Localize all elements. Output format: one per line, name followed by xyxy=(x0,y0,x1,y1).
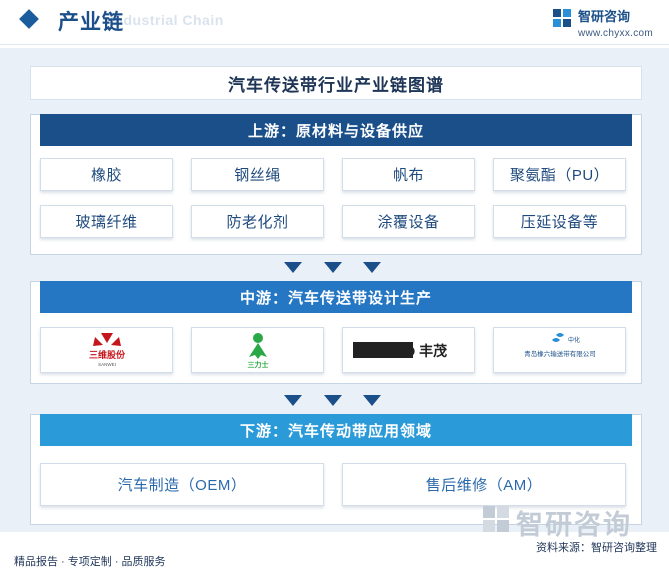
upstream-header: 上游：原材料与设备供应 xyxy=(40,114,632,146)
upstream-section: 上游：原材料与设备供应 橡胶 钢丝绳 帆布 聚氨酯（PU） 玻璃纤维 防老化剂 … xyxy=(30,114,642,255)
diagram-title: 汽车传送带行业产业链图谱 xyxy=(30,66,642,100)
watermark-text: 智研咨询 xyxy=(516,510,632,540)
header-title: 产业链 xyxy=(58,11,124,34)
brand: 智研咨询 www.chyxx.com xyxy=(552,6,653,39)
sanlishi-logo-icon: 三力士 xyxy=(247,333,268,369)
down-arrow-icon xyxy=(363,262,381,273)
header-subtitle: Industrial Chain xyxy=(110,12,224,28)
company-logo-sanwei: 三维股份 SANWEI xyxy=(40,327,173,373)
qingdao-logo-icon: 中化 青岛橡六输送带有限公司 xyxy=(524,333,596,358)
qingdao-logo-text: 青岛橡六输送带有限公司 xyxy=(524,349,596,358)
upstream-item: 涂覆设备 xyxy=(342,205,475,238)
header: Industrial Chain 产业链 智研咨询 www.chyxx.com xyxy=(0,0,669,45)
brand-name: 智研咨询 xyxy=(577,9,630,24)
down-arrow-icon xyxy=(324,395,342,406)
sanwei-logo-text: 三维股份 xyxy=(88,349,125,360)
upstream-item: 压延设备等 xyxy=(493,205,626,238)
sanlishi-logo-text: 三力士 xyxy=(247,360,268,369)
diamond-icon xyxy=(19,9,39,29)
field-logo-text: FIELD 丰茂 xyxy=(374,343,446,359)
diagram-frame: 汽车传送带行业产业链图谱 上游：原材料与设备供应 橡胶 钢丝绳 帆布 聚氨酯（P… xyxy=(0,48,669,532)
watermark-logo-icon xyxy=(483,506,509,532)
company-logo-field: FIELD 丰茂 xyxy=(342,327,475,373)
down-arrow-icon xyxy=(324,262,342,273)
brand-url: www.chyxx.com xyxy=(577,28,653,39)
downstream-item: 汽车制造（OEM） xyxy=(40,463,324,506)
upstream-item: 帆布 xyxy=(342,158,475,191)
sanwei-logo-icon: 三维股份 SANWEI xyxy=(88,333,125,367)
upstream-item: 聚氨酯（PU） xyxy=(493,158,626,191)
down-arrow-icon xyxy=(284,262,302,273)
source-note: 资料来源：智研咨询整理 xyxy=(536,542,657,554)
qingdao-logo-top: 中化 xyxy=(568,336,580,344)
header-divider xyxy=(0,44,669,45)
down-arrow-icon xyxy=(363,395,381,406)
company-logo-sanlishi: 三力士 xyxy=(191,327,324,373)
midstream-section: 中游：汽车传送带设计生产 三维股份 SANWEI 三力士 FIELD 丰茂 中化… xyxy=(30,281,642,384)
down-arrow-icon xyxy=(284,395,302,406)
footer-slogan: 精品报告 · 专项定制 · 品质服务 xyxy=(14,556,166,568)
brand-logo-icon xyxy=(552,9,571,27)
downstream-header: 下游：汽车传动带应用领域 xyxy=(40,414,632,446)
field-logo-icon: FIELD 丰茂 xyxy=(350,340,467,360)
upstream-item: 玻璃纤维 xyxy=(40,205,173,238)
upstream-item: 橡胶 xyxy=(40,158,173,191)
upstream-item: 钢丝绳 xyxy=(191,158,324,191)
downstream-item: 售后维修（AM） xyxy=(342,463,626,506)
sanwei-logo-sub: SANWEI xyxy=(98,362,116,367)
upstream-item: 防老化剂 xyxy=(191,205,324,238)
midstream-header: 中游：汽车传送带设计生产 xyxy=(40,281,632,313)
company-logo-qingdao: 中化 青岛橡六输送带有限公司 xyxy=(493,327,626,373)
